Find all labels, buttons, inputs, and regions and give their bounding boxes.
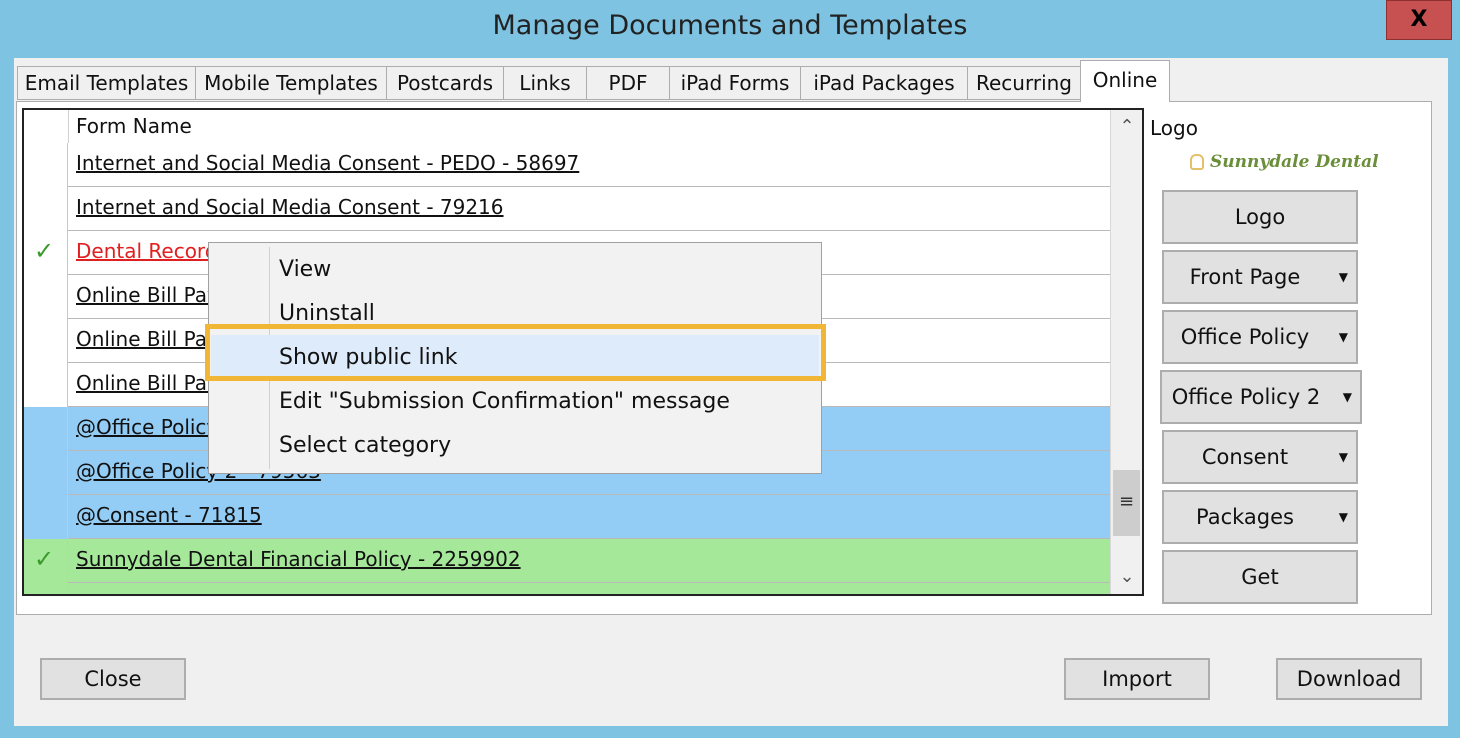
window-close-button[interactable]: X <box>1386 0 1452 40</box>
row-select-cell[interactable] <box>24 319 68 363</box>
table-row[interactable]: @Consent - 71815 <box>24 495 1110 539</box>
dropdown-arrow-icon: ▼ <box>1338 510 1348 524</box>
menu-item-label: View <box>279 257 332 282</box>
row-select-cell[interactable] <box>24 407 68 451</box>
checkmark-icon: ✓ <box>34 545 55 573</box>
tab-links[interactable]: Links <box>503 66 587 100</box>
menu-item-label: Select category <box>279 433 452 458</box>
grid-header: Form Name <box>24 110 1110 144</box>
tab-online[interactable]: Online <box>1080 60 1170 102</box>
practice-logo: Sunnydale Dental <box>1190 152 1379 172</box>
table-row[interactable]: Internet and Social Media Consent - 7921… <box>24 187 1110 231</box>
table-row[interactable]: ✓ <box>24 583 1110 594</box>
button-label: Office Policy 2 <box>1171 385 1321 409</box>
menu-item-edit-submission-confirmation[interactable]: Edit "Submission Confirmation" message <box>211 379 819 423</box>
row-select-cell[interactable]: ✓ <box>24 583 68 594</box>
logo-label: Logo <box>1150 116 1198 140</box>
form-name-link[interactable]: Online Bill Pay <box>76 283 219 307</box>
dialog-window: Manage Documents and Templates X Email T… <box>0 0 1460 738</box>
row-select-cell[interactable] <box>24 275 68 319</box>
button-label: Logo <box>1234 205 1286 229</box>
form-name-link[interactable]: Online Bill Pay <box>76 327 219 351</box>
menu-item-view[interactable]: View <box>211 247 819 291</box>
tab-email-templates[interactable]: Email Templates <box>17 66 196 100</box>
scroll-down-icon[interactable]: ⌄ <box>1111 562 1142 592</box>
form-name-link[interactable]: Internet and Social Media Consent - 7921… <box>76 195 504 219</box>
row-select-cell[interactable] <box>24 495 68 539</box>
form-name-link[interactable]: Online Bill Pay <box>76 371 219 395</box>
tab-postcards[interactable]: Postcards <box>386 66 504 100</box>
button-label: Packages <box>1196 505 1294 529</box>
column-header-form-name[interactable]: Form Name <box>76 114 192 138</box>
logo-text: Sunnydale Dental <box>1210 152 1379 172</box>
table-row[interactable]: Internet and Social Media Consent - PEDO… <box>24 143 1110 187</box>
row-select-cell[interactable] <box>24 363 68 407</box>
tab-pdf[interactable]: PDF <box>586 66 670 100</box>
row-select-cell[interactable] <box>24 451 68 495</box>
menu-item-select-category[interactable]: Select category <box>211 423 819 467</box>
packages-dropdown-button[interactable]: Packages ▼ <box>1162 490 1358 544</box>
menu-item-label: Uninstall <box>279 301 375 326</box>
dropdown-arrow-icon: ▼ <box>1338 330 1348 344</box>
window-title: Manage Documents and Templates <box>492 10 968 41</box>
dropdown-arrow-icon: ▼ <box>1338 270 1348 284</box>
consent-dropdown-button[interactable]: Consent ▼ <box>1162 430 1358 484</box>
row-select-cell[interactable] <box>24 187 68 231</box>
scroll-thumb[interactable]: ≡ <box>1113 470 1140 536</box>
button-label: Get <box>1241 565 1279 589</box>
grid-vertical-scrollbar[interactable]: ⌃ ≡ ⌄ <box>1110 110 1142 594</box>
row-select-cell[interactable]: ✓ <box>24 539 68 583</box>
header-select-cell <box>24 110 69 143</box>
tab-ipad-packages[interactable]: iPad Packages <box>800 66 968 100</box>
button-label: Office Policy <box>1180 325 1310 349</box>
row-select-cell[interactable] <box>24 143 68 187</box>
logo-button[interactable]: Logo <box>1162 190 1358 244</box>
front-page-dropdown-button[interactable]: Front Page ▼ <box>1162 250 1358 304</box>
close-button[interactable]: Close <box>40 658 186 700</box>
button-label: Consent <box>1201 445 1289 469</box>
tab-recurring[interactable]: Recurring <box>967 66 1081 100</box>
scroll-up-icon[interactable]: ⌃ <box>1111 112 1142 142</box>
form-name-link[interactable]: Dental Record <box>76 239 218 263</box>
import-button[interactable]: Import <box>1064 658 1210 700</box>
form-name-link[interactable]: @Consent - 71815 <box>76 503 262 527</box>
table-row[interactable]: ✓ Sunnydale Dental Financial Policy - 22… <box>24 539 1110 583</box>
form-name-link[interactable]: Sunnydale Dental Financial Policy - 2259… <box>76 547 521 571</box>
tab-ipad-forms[interactable]: iPad Forms <box>669 66 801 100</box>
download-button[interactable]: Download <box>1276 658 1422 700</box>
form-name-link[interactable]: Internet and Social Media Consent - PEDO… <box>76 151 579 175</box>
get-button[interactable]: Get <box>1162 550 1358 604</box>
menu-item-label: Edit "Submission Confirmation" message <box>279 389 730 414</box>
office-policy-dropdown-button[interactable]: Office Policy ▼ <box>1162 310 1358 364</box>
office-policy-2-dropdown-button[interactable]: Office Policy 2 ▼ <box>1160 370 1362 424</box>
highlight-callout-frame <box>205 324 826 381</box>
dropdown-arrow-icon: ▼ <box>1338 450 1348 464</box>
checkmark-icon: ✓ <box>34 237 55 265</box>
tab-mobile-templates[interactable]: Mobile Templates <box>195 66 387 100</box>
button-label: Front Page <box>1189 265 1301 289</box>
form-name-link[interactable]: @Office Policy <box>76 415 218 439</box>
dropdown-arrow-icon: ▼ <box>1342 390 1352 404</box>
checkmark-icon: ✓ <box>34 589 54 594</box>
row-select-cell[interactable]: ✓ <box>24 231 68 275</box>
tooth-icon <box>1190 154 1204 170</box>
